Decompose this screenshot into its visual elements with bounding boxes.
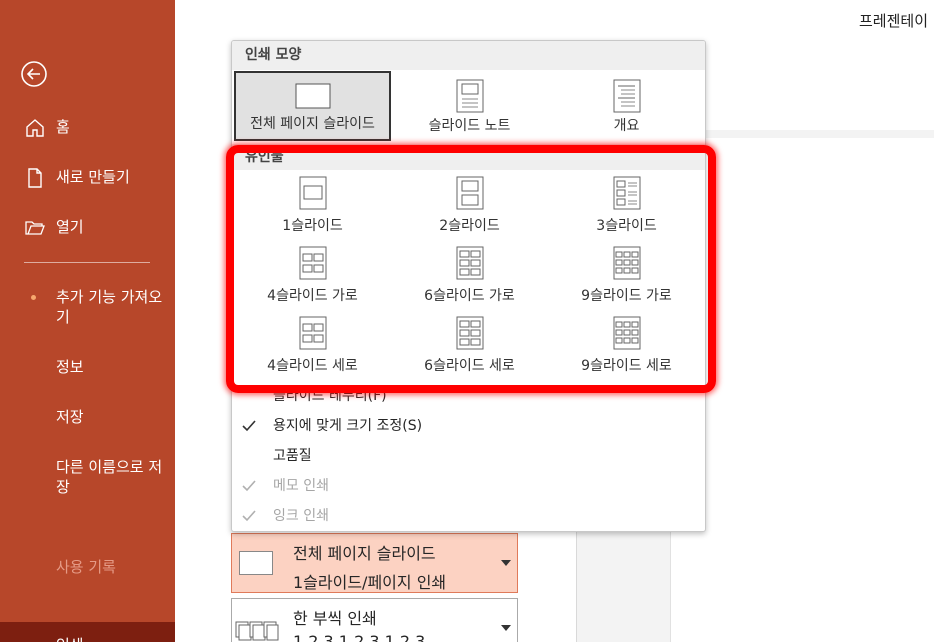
option-label: 잉크 인쇄 xyxy=(273,508,329,524)
handout-4-horizontal-icon xyxy=(299,246,326,280)
sidebar-item-label: 사용 기록 xyxy=(56,558,116,576)
sidebar-item-label: 정보 xyxy=(56,358,84,376)
option-label: 9슬라이드 가로 xyxy=(581,288,672,304)
folder-icon xyxy=(25,221,45,235)
handouts-header: 유인물 xyxy=(232,144,705,170)
handout-6-horizontal-icon xyxy=(456,246,483,280)
sidebar-item-print[interactable]: 인쇄 xyxy=(0,622,175,642)
notes-page-icon xyxy=(456,79,483,113)
option-print-comments[interactable]: 메모 인쇄 xyxy=(232,471,705,501)
option-label: 용지에 맞게 크기 조정(S) xyxy=(273,418,423,434)
notification-dot xyxy=(31,295,36,300)
option-label: 6슬라이드 세로 xyxy=(424,358,515,374)
back-arrow-icon xyxy=(21,61,47,87)
option-outline[interactable]: 개요 xyxy=(548,71,705,141)
new-document-icon xyxy=(28,168,42,188)
option-label: 고품질 xyxy=(273,448,312,464)
option-handout-4-horizontal[interactable]: 4슬라이드 가로 xyxy=(234,241,391,311)
option-label: 슬라이드 노트 xyxy=(428,118,511,134)
sidebar-item-label: 새로 만들기 xyxy=(56,168,130,186)
handout-9-vertical-icon xyxy=(613,316,640,350)
option-label: 4슬라이드 세로 xyxy=(267,358,358,374)
handout-6-vertical-icon xyxy=(456,316,483,350)
option-handout-6-vertical[interactable]: 6슬라이드 세로 xyxy=(391,311,548,381)
option-label: 슬라이드 테두리(F) xyxy=(273,388,387,404)
option-handout-6-horizontal[interactable]: 6슬라이드 가로 xyxy=(391,241,548,311)
option-handout-2-slides[interactable]: 2슬라이드 xyxy=(391,171,548,241)
option-label: 3슬라이드 xyxy=(596,218,657,234)
handout-2-slides-icon xyxy=(456,176,483,210)
option-handout-4-vertical[interactable]: 4슬라이드 세로 xyxy=(234,311,391,381)
combo-subtitle: 1,2,3 1,2,3 1,2,3 xyxy=(293,632,426,642)
option-label: 9슬라이드 세로 xyxy=(581,358,672,374)
option-label: 1슬라이드 xyxy=(282,218,343,234)
option-label: 4슬라이드 가로 xyxy=(267,288,358,304)
full-page-slide-icon xyxy=(239,551,273,575)
option-label: 2슬라이드 xyxy=(439,218,500,234)
option-label: 개요 xyxy=(613,118,640,134)
backstage-sidebar: 홈 새로 만들기 열기 추가 기능 가져오기 정보 저장 다른 이름으로 저장 … xyxy=(0,0,175,642)
combo-title: 한 부씩 인쇄 xyxy=(293,609,377,628)
option-frame-slides[interactable]: 슬라이드 테두리(F) xyxy=(232,381,705,411)
sidebar-item-label: 인쇄 xyxy=(56,634,84,642)
option-full-page-slides[interactable]: 전체 페이지 슬라이드 xyxy=(234,71,391,141)
combo-title: 전체 페이지 슬라이드 xyxy=(293,544,436,563)
option-handout-3-slides[interactable]: 3슬라이드 xyxy=(548,171,705,241)
handout-3-slides-icon xyxy=(613,176,640,210)
handout-9-horizontal-icon xyxy=(613,246,640,280)
preview-title: 프레젠테이 xyxy=(859,12,929,30)
option-label: 6슬라이드 가로 xyxy=(424,288,515,304)
print-layout-dropdown: 인쇄 모양 전체 페이지 슬라이드 슬라이드 노트 개요 유인물 1슬라이드 2… xyxy=(231,40,706,532)
outline-icon xyxy=(613,79,640,113)
sidebar-divider xyxy=(24,262,150,263)
sidebar-item-label: 저장 xyxy=(56,408,84,426)
option-handout-9-vertical[interactable]: 9슬라이드 세로 xyxy=(548,311,705,381)
option-high-quality[interactable]: 고품질 xyxy=(232,441,705,471)
print-layout-combo[interactable]: 전체 페이지 슬라이드 1슬라이드/페이지 인쇄 xyxy=(231,533,518,593)
option-handout-9-horizontal[interactable]: 9슬라이드 가로 xyxy=(548,241,705,311)
back-button[interactable] xyxy=(19,59,49,89)
combo-subtitle: 1슬라이드/페이지 인쇄 xyxy=(293,573,447,592)
option-label: 메모 인쇄 xyxy=(273,478,329,494)
collate-combo[interactable]: 한 부씩 인쇄 1,2,3 1,2,3 1,2,3 xyxy=(231,598,518,642)
print-layout-header: 인쇄 모양 xyxy=(232,41,705,70)
chevron-down-icon xyxy=(501,560,511,566)
chevron-down-icon xyxy=(501,625,511,631)
sidebar-item-label: 다른 이름으로 저장 xyxy=(56,458,163,496)
sidebar-item-label: 홈 xyxy=(56,118,70,136)
checkmark-icon xyxy=(240,411,258,441)
option-scale-to-fit[interactable]: 용지에 맞게 크기 조정(S) xyxy=(232,411,705,441)
sidebar-item-label: 추가 기능 가져오기 xyxy=(56,288,163,326)
handout-4-vertical-icon xyxy=(299,316,326,350)
option-handout-1-slide[interactable]: 1슬라이드 xyxy=(234,171,391,241)
checkmark-icon xyxy=(240,471,258,501)
home-icon xyxy=(26,119,44,137)
full-page-slide-icon xyxy=(295,83,330,109)
option-label: 전체 페이지 슬라이드 xyxy=(250,116,375,132)
sidebar-item-label: 열기 xyxy=(56,218,84,236)
checkmark-icon xyxy=(240,501,258,531)
handout-1-slide-icon xyxy=(299,176,326,210)
collated-pages-icon xyxy=(235,621,279,641)
preview-page xyxy=(670,138,934,642)
option-print-ink[interactable]: 잉크 인쇄 xyxy=(232,501,705,531)
option-notes-pages[interactable]: 슬라이드 노트 xyxy=(391,71,548,141)
